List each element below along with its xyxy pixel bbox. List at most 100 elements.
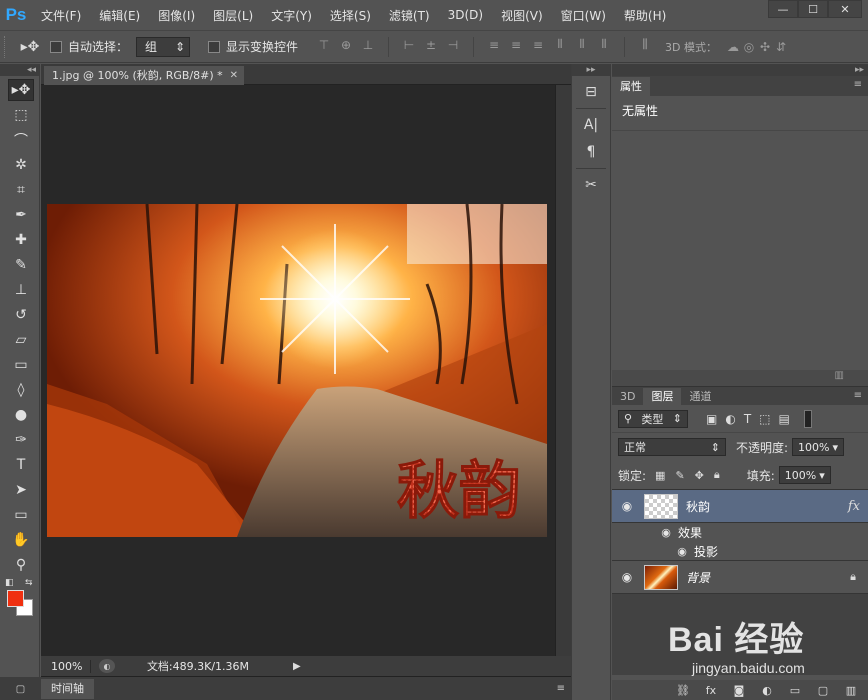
character-panel-icon[interactable]: A| (577, 114, 605, 136)
align-vcenter-icon[interactable]: ⊕ (338, 37, 354, 53)
eyedropper-tool-icon[interactable]: ✒ (8, 204, 34, 226)
vertical-scrollbar[interactable] (555, 85, 571, 656)
add-style-icon[interactable]: fx (704, 684, 718, 697)
tool-presets-panel-icon[interactable]: ✂ (577, 174, 605, 196)
tab-3d[interactable]: 3D (612, 388, 643, 405)
menu-edit[interactable]: 编辑(E) (90, 7, 149, 24)
new-group-icon[interactable]: ▭ (788, 684, 802, 697)
trash-icon[interactable]: ▥ (835, 370, 844, 381)
timeline-toggle-icon[interactable]: ▢ (0, 677, 41, 700)
auto-select-checkbox[interactable] (50, 40, 62, 53)
canvas-image[interactable]: 秋韵 (47, 204, 547, 537)
gradient-tool-icon[interactable]: ▭ (8, 354, 34, 376)
layer-row-background[interactable]: ◉ 背景 🔒︎ (612, 561, 868, 594)
drop-shadow-eye-icon[interactable]: ◉ (674, 545, 690, 558)
brush-tool-icon[interactable]: ✎ (8, 254, 34, 276)
auto-align-icon[interactable]: ⫼ (637, 37, 653, 53)
layers-menu-icon[interactable]: ≡ (854, 390, 862, 401)
distribute-bottom-icon[interactable]: ≡ (530, 37, 546, 53)
toolbox-collapse-icon[interactable]: ◂◂ (0, 64, 39, 76)
zoom-tool-icon[interactable]: ⚲ (8, 554, 34, 576)
menu-3d[interactable]: 3D(D) (439, 8, 492, 22)
distribute-vcenter-icon[interactable]: ≡ (508, 37, 524, 53)
distribute-top-icon[interactable]: ≡ (486, 37, 502, 53)
layer-row-text[interactable]: ◉ 秋韵 fx (612, 490, 868, 523)
align-top-icon[interactable]: ⊤ (316, 37, 332, 53)
opacity-field[interactable]: 100% ▾ (792, 438, 845, 456)
layer-effects-icon[interactable]: fx (848, 499, 860, 514)
orbit-3d-icon[interactable]: ☁ (725, 39, 741, 55)
healing-brush-tool-icon[interactable]: ✚ (8, 229, 34, 251)
filter-type-select[interactable]: ⚲ 类型 ⇕ (618, 409, 688, 428)
history-brush-tool-icon[interactable]: ↺ (8, 304, 34, 326)
effects-eye-icon[interactable]: ◉ (658, 526, 674, 539)
status-menu-arrow-icon[interactable]: ▶ (293, 661, 301, 672)
crop-tool-icon[interactable]: ⌗ (8, 179, 34, 201)
pixel-filter-icon[interactable]: ▣ (706, 412, 717, 426)
document-tab[interactable]: 1.jpg @ 100% (秋韵, RGB/8#) * ✕ (44, 66, 244, 85)
visibility-eye-icon[interactable]: ◉ (612, 570, 642, 584)
marquee-tool-icon[interactable]: ⬚ (8, 104, 34, 126)
history-panel-icon[interactable]: ⊟ (577, 81, 605, 103)
timeline-tab[interactable]: 时间轴 (41, 678, 94, 699)
default-colors-icon[interactable]: ◧ (5, 578, 14, 588)
shape-filter-icon[interactable]: ⬚ (759, 412, 770, 426)
adjustment-filter-icon[interactable]: ◐ (725, 412, 735, 426)
close-button[interactable]: ✕ (828, 0, 862, 18)
type-filter-icon[interactable]: T (744, 412, 751, 426)
layer-name[interactable]: 背景 (686, 569, 710, 586)
drop-shadow-row[interactable]: ◉ 投影 (612, 542, 868, 561)
menu-type[interactable]: 文字(Y) (262, 7, 321, 24)
menu-file[interactable]: 文件(F) (32, 7, 90, 24)
distribute-left-icon[interactable]: ⫴ (552, 37, 568, 53)
hand-tool-icon[interactable]: ✋ (8, 529, 34, 551)
delete-layer-icon[interactable]: ▥ (844, 684, 858, 697)
paragraph-panel-icon[interactable]: ¶ (577, 141, 605, 163)
dodge-tool-icon[interactable]: ● (8, 404, 34, 426)
link-layers-icon[interactable]: ⛓ (676, 684, 690, 697)
blur-tool-icon[interactable]: ◊ (8, 379, 34, 401)
drag-3d-icon[interactable]: ✣ (757, 39, 773, 55)
properties-menu-icon[interactable]: ≡ (854, 79, 862, 90)
roll-3d-icon[interactable]: ◎ (741, 39, 757, 55)
menu-select[interactable]: 选择(S) (321, 7, 380, 24)
align-left-icon[interactable]: ⊢ (401, 37, 417, 53)
add-mask-icon[interactable]: ◙ (732, 684, 746, 697)
clone-stamp-tool-icon[interactable]: ⊥ (8, 279, 34, 301)
lock-transparent-icon[interactable]: ▦ (655, 469, 665, 482)
lock-paint-icon[interactable]: ✎ (675, 469, 684, 482)
foreground-color-swatch[interactable] (7, 590, 24, 607)
status-info-icon[interactable]: ◐ (99, 659, 115, 673)
align-hcenter-icon[interactable]: ± (423, 37, 439, 53)
slide-3d-icon[interactable]: ⇵ (773, 39, 789, 55)
tab-properties[interactable]: 属性 (612, 77, 650, 96)
lock-all-icon[interactable]: 🔒︎ (714, 468, 720, 482)
zoom-level[interactable]: 100% (41, 659, 91, 673)
fill-field[interactable]: 100% ▾ (778, 466, 831, 484)
new-layer-icon[interactable]: ▢ (816, 684, 830, 697)
magic-wand-tool-icon[interactable]: ✲ (8, 154, 34, 176)
timeline-menu-icon[interactable]: ≡ (557, 683, 565, 694)
auto-select-dropdown[interactable]: 组 ⇕ (136, 36, 191, 57)
blend-mode-select[interactable]: 正常 ⇕ (618, 438, 726, 456)
swap-colors-icon[interactable]: ⇆ (25, 578, 33, 588)
path-selection-tool-icon[interactable]: ➤ (8, 479, 34, 501)
adjustment-layer-icon[interactable]: ◐ (760, 684, 774, 697)
distribute-hcenter-icon[interactable]: ⫴ (574, 37, 590, 53)
layer-name[interactable]: 秋韵 (686, 498, 710, 515)
eraser-tool-icon[interactable]: ▱ (8, 329, 34, 351)
menu-window[interactable]: 窗口(W) (552, 7, 615, 24)
filter-toggle[interactable] (803, 409, 812, 428)
tab-layers[interactable]: 图层 (643, 388, 682, 405)
menu-view[interactable]: 视图(V) (492, 7, 552, 24)
dock-collapse-icon[interactable]: ▸▸ (572, 64, 610, 76)
menu-image[interactable]: 图像(I) (149, 7, 204, 24)
minimize-button[interactable]: — (768, 0, 798, 18)
panel-collapse-icon[interactable]: ▸▸ (612, 64, 868, 76)
smart-object-filter-icon[interactable]: ▤ (779, 412, 790, 426)
lock-position-icon[interactable]: ✥ (695, 469, 704, 482)
type-tool-icon[interactable]: T (8, 454, 34, 476)
move-tool-icon[interactable]: ▸✥ (8, 79, 34, 101)
menu-help[interactable]: 帮助(H) (615, 7, 675, 24)
distribute-right-icon[interactable]: ⫴ (596, 37, 612, 53)
